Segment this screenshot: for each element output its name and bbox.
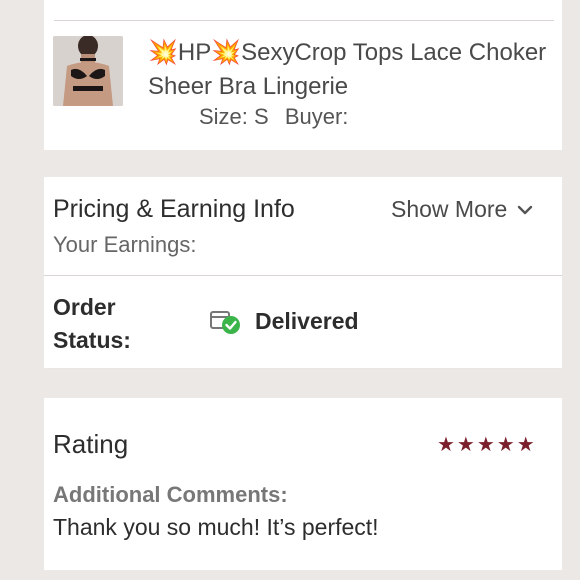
order-status-text: Delivered bbox=[255, 307, 359, 334]
show-more-label: Show More bbox=[391, 196, 508, 222]
item-thumbnail[interactable] bbox=[53, 36, 123, 106]
star-rating: ★★★★★ bbox=[437, 434, 537, 456]
show-more-button[interactable]: Show More bbox=[391, 196, 533, 223]
top-divider bbox=[54, 20, 554, 21]
item-meta: Size: S Buyer: bbox=[199, 104, 358, 130]
comments-label: Additional Comments: bbox=[53, 482, 288, 507]
left-gutter bbox=[0, 0, 44, 580]
section-spacer bbox=[44, 150, 562, 177]
bottom-spacer bbox=[44, 570, 562, 580]
earnings-label: Your Earnings: bbox=[53, 232, 197, 257]
package-delivered-icon bbox=[210, 311, 240, 334]
item-title[interactable]: 💥HP💥SexyCrop Tops Lace Choker Sheer Bra … bbox=[148, 36, 558, 104]
order-item-card[interactable]: 💥HP💥SexyCrop Tops Lace Choker Sheer Bra … bbox=[44, 0, 562, 150]
chevron-down-icon bbox=[518, 205, 533, 214]
item-buyer: Buyer: bbox=[284, 104, 349, 129]
item-size: Size: S bbox=[199, 104, 269, 129]
comments-text: Thank you so much! It’s perfect! bbox=[53, 514, 379, 540]
pricing-title: Pricing & Earning Info bbox=[53, 195, 295, 223]
lingerie-photo-icon bbox=[53, 36, 123, 106]
pricing-section: Pricing & Earning Info Show More Your Ea… bbox=[44, 177, 562, 275]
rating-title: Rating bbox=[53, 429, 129, 459]
right-gutter bbox=[562, 0, 580, 580]
order-status-section: Order Status: Delivered bbox=[44, 276, 562, 368]
section-spacer-2 bbox=[44, 369, 562, 398]
order-status-label: Order Status: bbox=[53, 294, 131, 353]
rating-section: Rating ★★★★★ Additional Comments: Thank … bbox=[44, 398, 562, 570]
order-status-value: Delivered bbox=[209, 306, 359, 336]
